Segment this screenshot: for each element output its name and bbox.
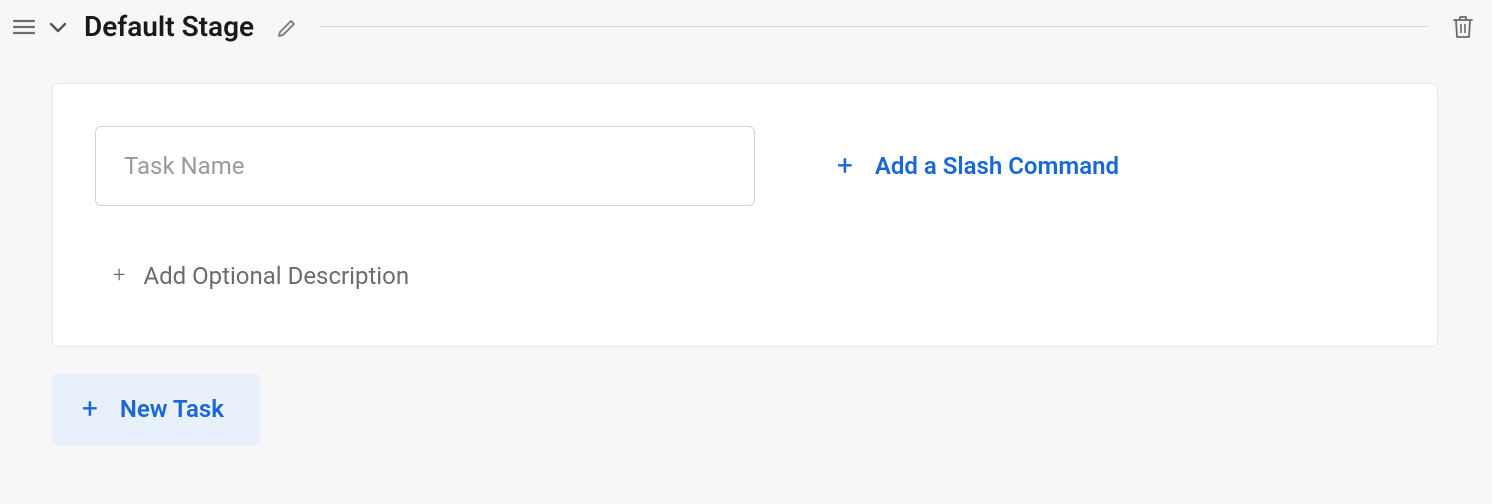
- chevron-down-icon[interactable]: [44, 13, 72, 41]
- task-top-row: + Add a Slash Command: [95, 126, 1395, 206]
- task-name-input[interactable]: [95, 126, 755, 206]
- plus-icon: +: [82, 395, 98, 423]
- trash-icon[interactable]: [1448, 12, 1478, 42]
- drag-handle-icon[interactable]: [10, 13, 38, 41]
- add-optional-description-button[interactable]: + Add Optional Description: [113, 262, 1395, 290]
- stage-header: Default Stage: [0, 0, 1492, 53]
- header-divider: [320, 26, 1428, 27]
- plus-icon: +: [837, 152, 853, 180]
- plus-icon: +: [113, 265, 125, 287]
- new-task-label: New Task: [120, 395, 224, 423]
- add-slash-command-button[interactable]: + Add a Slash Command: [837, 152, 1119, 180]
- add-slash-command-label: Add a Slash Command: [875, 152, 1119, 180]
- task-card: + Add a Slash Command + Add Optional Des…: [52, 83, 1438, 347]
- edit-pencil-icon[interactable]: [274, 13, 302, 41]
- add-description-label: Add Optional Description: [143, 262, 409, 290]
- new-task-button[interactable]: + New Task: [52, 373, 260, 445]
- stage-title: Default Stage: [84, 10, 254, 43]
